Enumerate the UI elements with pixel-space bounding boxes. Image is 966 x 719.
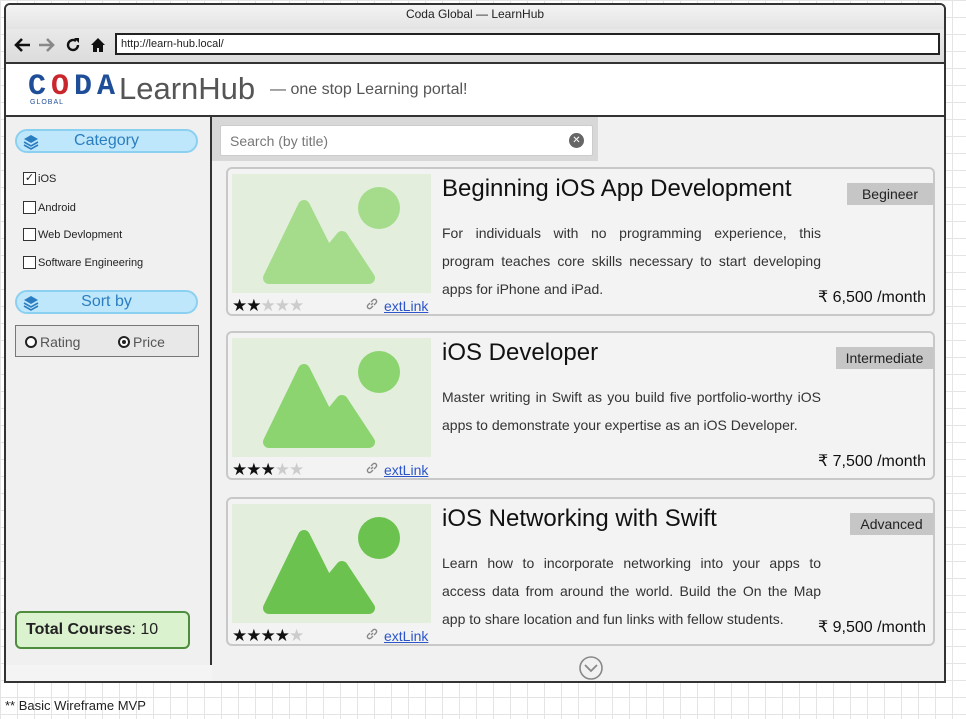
level-badge: Begineer [847,183,933,205]
course-description: For individuals with no programming expe… [442,225,821,297]
category-item-web[interactable]: Web Devlopment [23,228,122,241]
external-link[interactable]: extLink [365,461,428,478]
course-description: Learn how to incorporate networking into… [442,555,821,627]
category-label: Category [74,132,139,149]
back-arrow-icon[interactable] [12,35,32,55]
address-bar[interactable]: http://learn-hub.local/ [115,33,940,55]
rating-stars: ★★★★★ [232,460,304,479]
category-item-android[interactable]: Android [23,201,76,214]
course-card[interactable]: ★★★★★ extLink iOS Networking with Swift … [226,497,935,646]
rating-stars: ★★★★★ [232,626,304,645]
course-price: ₹ 7,500 /month [817,453,926,470]
window-title: Coda Global — LearnHub [6,5,944,30]
course-title: iOS Developer [442,339,599,366]
checkbox-icon[interactable] [23,228,36,241]
sidebar: Category ✓ iOS Android Web Devlopment So… [6,117,212,665]
footer-note: ** Basic Wireframe MVP [5,698,146,713]
clear-search-icon[interactable]: ✕ [569,133,584,148]
image-placeholder-icon [232,174,431,293]
sort-options: Rating Price [15,325,199,357]
category-header[interactable]: Category [15,129,198,153]
browser-toolbar: http://learn-hub.local/ [6,29,944,64]
search-bar: ✕ [212,117,598,161]
link-icon [365,461,379,478]
rating-stars: ★★★★★ [232,296,304,315]
link-icon [365,627,379,644]
external-link[interactable]: extLink [365,297,428,314]
course-card[interactable]: ★★★★★ extLink Beginning iOS App Developm… [226,167,935,316]
total-courses: Total Courses: 10 [15,611,190,649]
layers-icon [23,134,39,155]
app-title: LearnHub [119,71,256,106]
checkbox-icon[interactable] [23,256,36,269]
course-card[interactable]: ★★★★★ extLink iOS Developer Intermediate… [226,331,935,480]
image-placeholder-icon [232,504,431,623]
logo-subtitle: GLOBAL [30,99,65,106]
forward-arrow-icon[interactable] [37,35,57,55]
sort-rating-option[interactable]: Rating [25,334,80,350]
course-title: iOS Networking with Swift [442,505,717,532]
browser-window: Coda Global — LearnHub http://learn-hub.… [4,3,946,683]
layers-icon [23,295,39,316]
search-input[interactable] [220,125,593,156]
course-list-area: ✕ ★★★★★ extLink Beginning iOS App Develo… [212,117,944,681]
course-description: Master writing in Swift as you build fiv… [442,389,821,433]
course-price: ₹ 6,500 /month [817,289,926,306]
sort-label: Sort by [81,293,132,310]
level-badge: Advanced [850,513,933,535]
reload-icon[interactable] [63,35,83,55]
level-badge: Intermediate [836,347,933,369]
radio-selected-icon[interactable] [118,336,130,348]
checkbox-icon[interactable] [23,201,36,214]
app-tagline: — one stop Learning portal! [270,81,468,98]
app-header: CODA GLOBAL LearnHub — one stop Learning… [6,64,944,117]
home-icon[interactable] [88,35,108,55]
link-icon [365,297,379,314]
radio-icon[interactable] [25,336,37,348]
sort-price-option[interactable]: Price [118,334,165,350]
chevron-down-icon[interactable] [578,655,604,681]
course-price: ₹ 9,500 /month [817,619,926,636]
external-link[interactable]: extLink [365,627,428,644]
category-item-ios[interactable]: ✓ iOS [23,172,56,185]
course-title: Beginning iOS App Development [442,175,792,202]
category-item-software[interactable]: Software Engineering [23,256,143,269]
checkbox-checked-icon[interactable]: ✓ [23,172,36,185]
image-placeholder-icon [232,338,431,457]
sort-header[interactable]: Sort by [15,290,198,314]
